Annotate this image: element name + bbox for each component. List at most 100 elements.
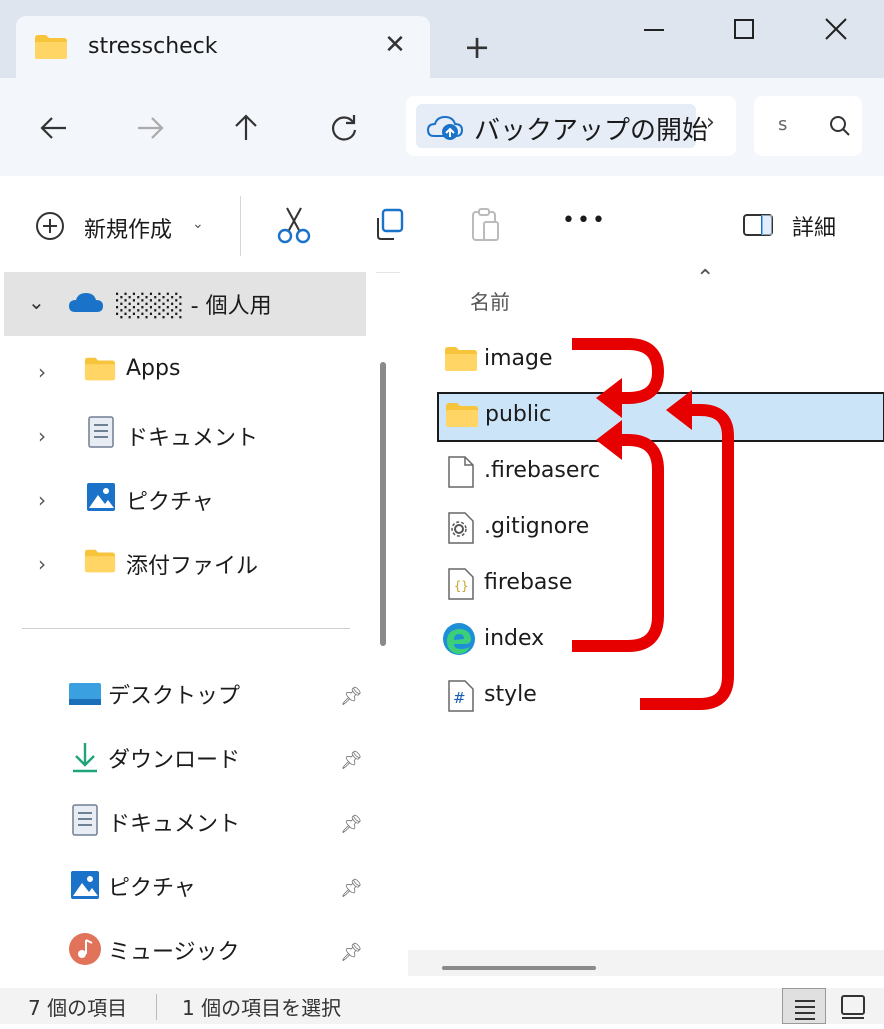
folder-icon bbox=[84, 548, 116, 578]
column-header-name[interactable]: 名前 bbox=[470, 286, 510, 315]
horizontal-scrollbar-track bbox=[408, 950, 884, 976]
picture-icon bbox=[70, 870, 100, 904]
folder-icon bbox=[444, 346, 478, 376]
arrow-left-icon bbox=[40, 117, 66, 139]
file-row-gitignore[interactable]: .gitignore bbox=[436, 504, 884, 554]
search-input[interactable]: s bbox=[754, 96, 862, 156]
file-row-image[interactable]: image bbox=[436, 336, 884, 386]
folder-icon bbox=[34, 34, 68, 64]
more-options-icon[interactable]: ••• bbox=[562, 208, 607, 233]
horizontal-scrollbar[interactable] bbox=[442, 966, 596, 970]
chevron-down-icon[interactable]: ⌄ bbox=[28, 290, 45, 314]
settings-file-icon bbox=[448, 512, 474, 548]
file-name: .gitignore bbox=[484, 514, 590, 539]
chevron-right-icon[interactable]: › bbox=[38, 488, 46, 512]
forward-button[interactable] bbox=[130, 108, 170, 148]
details-view-button[interactable] bbox=[782, 988, 826, 1024]
details-label: 詳細 bbox=[792, 216, 837, 241]
tab-stresscheck[interactable]: stresscheck ✕ bbox=[16, 16, 430, 78]
pin-icon[interactable]: 📌︎ bbox=[340, 942, 363, 963]
sidebar-item-downloads[interactable]: ダウンロード 📌︎ bbox=[0, 730, 370, 790]
minimize-button[interactable] bbox=[634, 14, 674, 44]
chevron-right-icon[interactable]: › bbox=[38, 552, 46, 576]
item-count: 7 個の項目 bbox=[28, 996, 128, 1020]
cloud-backup-icon bbox=[426, 112, 466, 146]
list-view-icon bbox=[795, 1000, 815, 1020]
pin-icon[interactable]: 📌︎ bbox=[340, 814, 363, 835]
refresh-button[interactable] bbox=[324, 108, 364, 148]
arrow-up-icon bbox=[235, 114, 257, 140]
title-bar: stresscheck ✕ + bbox=[0, 0, 884, 78]
tab-close-button[interactable]: ✕ bbox=[380, 30, 410, 60]
pin-icon[interactable]: 📌︎ bbox=[340, 750, 363, 771]
details-pane-icon bbox=[742, 212, 776, 242]
new-tab-button[interactable]: + bbox=[460, 30, 494, 64]
command-divider bbox=[240, 196, 241, 256]
sidebar-item-attachments[interactable]: › 添付ファイル bbox=[0, 534, 370, 594]
pin-icon[interactable]: 📌︎ bbox=[340, 686, 363, 707]
file-row-style[interactable]: # style bbox=[436, 672, 884, 722]
file-row-firebaserc[interactable]: .firebaserc bbox=[436, 448, 884, 498]
file-row-public[interactable]: public bbox=[437, 392, 884, 442]
tiles-view-button[interactable] bbox=[832, 988, 876, 1024]
tab-title: stresscheck bbox=[88, 34, 218, 59]
breadcrumb[interactable]: バックアップの開始 bbox=[416, 104, 708, 148]
command-bar: 新規作成 ⌄ ••• 詳細 bbox=[0, 176, 884, 273]
address-toolbar: バックアップの開始 › s bbox=[0, 78, 884, 176]
search-icon bbox=[828, 114, 852, 142]
navigation-pane: ⌄ ░░░░ - 個人用 › Apps › ドキュメント › ピクチャ › 添付… bbox=[0, 272, 376, 988]
file-icon bbox=[448, 456, 474, 492]
svg-text:#: # bbox=[453, 689, 466, 707]
close-window-button[interactable] bbox=[816, 14, 856, 44]
sidebar-item-label: ピクチャ bbox=[126, 490, 214, 515]
chevron-right-icon[interactable]: › bbox=[706, 110, 715, 135]
document-icon bbox=[72, 804, 98, 840]
pin-icon[interactable]: 📌︎ bbox=[340, 878, 363, 899]
sidebar-item-documents-quick[interactable]: ドキュメント 📌︎ bbox=[0, 794, 370, 854]
new-label: 新規作成 bbox=[84, 218, 173, 243]
file-name: firebase bbox=[484, 570, 573, 595]
sidebar-item-onedrive[interactable]: ⌄ ░░░░ - 個人用 bbox=[4, 272, 366, 336]
status-bar: 7 個の項目 1 個の項目を選択 bbox=[0, 988, 884, 1024]
file-row-firebase[interactable]: {} firebase bbox=[436, 560, 884, 610]
sidebar-scrollbar[interactable] bbox=[380, 362, 386, 646]
selected-count: 1 個の項目を選択 bbox=[182, 996, 342, 1020]
sidebar-account-label: ░░░░ - 個人用 bbox=[116, 294, 272, 319]
sidebar-item-desktop[interactable]: デスクトップ 📌︎ bbox=[0, 666, 370, 726]
tile-view-icon bbox=[841, 995, 865, 1019]
cut-icon[interactable] bbox=[276, 206, 312, 248]
copy-icon[interactable] bbox=[372, 206, 408, 248]
sidebar-item-pictures-quick[interactable]: ピクチャ 📌︎ bbox=[0, 858, 370, 918]
paste-icon[interactable] bbox=[468, 206, 504, 248]
file-name: public bbox=[485, 402, 552, 427]
desktop-icon bbox=[68, 682, 102, 712]
svg-text:{}: {} bbox=[454, 579, 468, 593]
maximize-button[interactable] bbox=[724, 14, 764, 44]
search-placeholder: s bbox=[778, 114, 788, 135]
chevron-right-icon[interactable]: › bbox=[38, 360, 46, 384]
folder-icon bbox=[445, 402, 479, 432]
arrow-right-icon bbox=[138, 117, 164, 139]
file-row-index[interactable]: index bbox=[436, 616, 884, 666]
file-name: index bbox=[484, 626, 545, 651]
file-name: image bbox=[484, 346, 553, 371]
status-divider bbox=[156, 994, 157, 1020]
sidebar-item-label: Apps bbox=[126, 356, 181, 381]
sidebar-item-music[interactable]: ミュージック 📌︎ bbox=[0, 922, 370, 982]
sidebar-item-label: ミュージック bbox=[108, 940, 240, 965]
sidebar-item-apps[interactable]: › Apps bbox=[0, 342, 370, 402]
back-button[interactable] bbox=[34, 108, 74, 148]
sidebar-item-label: ドキュメント bbox=[108, 812, 241, 837]
file-name: style bbox=[484, 682, 537, 707]
sort-ascending-icon[interactable]: ⌃ bbox=[696, 266, 714, 291]
onedrive-cloud-icon bbox=[68, 290, 104, 318]
chevron-right-icon[interactable]: › bbox=[38, 424, 46, 448]
address-bar[interactable]: バックアップの開始 › bbox=[406, 96, 736, 156]
picture-icon bbox=[86, 482, 116, 516]
sidebar-item-label: 添付ファイル bbox=[126, 554, 259, 579]
up-button[interactable] bbox=[226, 108, 266, 148]
sidebar-item-pictures[interactable]: › ピクチャ bbox=[0, 470, 370, 530]
breadcrumb-location: バックアップの開始 bbox=[474, 116, 709, 146]
sidebar-item-documents[interactable]: › ドキュメント bbox=[0, 406, 370, 466]
folder-icon bbox=[84, 356, 116, 386]
